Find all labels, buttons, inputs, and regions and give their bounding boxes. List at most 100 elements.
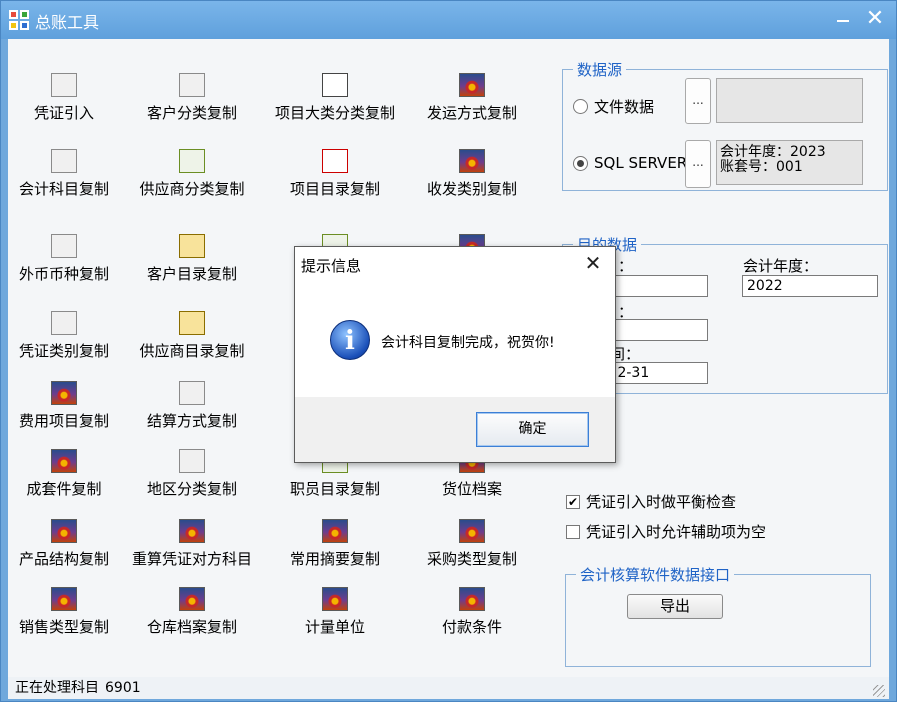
target-field1-input[interactable] — [608, 275, 708, 297]
tool-item[interactable]: 收发类别复制 — [402, 149, 542, 199]
tool-label: 凭证类别复制 — [18, 342, 109, 360]
tool-label: 收发类别复制 — [426, 180, 517, 198]
file-browse-button[interactable]: ... — [685, 78, 711, 124]
title-bar[interactable]: 总账工具 ✕ — [1, 1, 896, 39]
target-field1-label: ： — [618, 257, 634, 275]
info-icon: i — [330, 320, 370, 360]
tool-label: 会计科目复制 — [18, 180, 109, 198]
blank-icon — [179, 449, 205, 473]
radio-off-icon — [573, 99, 588, 114]
dialog-footer: 确定 — [295, 397, 615, 462]
tool-label: 货位档案 — [441, 480, 502, 498]
radio-on-icon — [573, 155, 588, 171]
image-icon — [51, 381, 77, 405]
tool-item[interactable]: 客户分类复制 — [122, 73, 262, 123]
document-icon — [322, 73, 348, 97]
image-icon — [459, 149, 485, 173]
image-icon — [459, 73, 485, 97]
dialog-title: 提示信息 — [301, 257, 362, 275]
tool-item[interactable]: 供应商分类复制 — [122, 149, 262, 199]
tool-label: 仓库档案复制 — [146, 618, 237, 636]
window-title: 总账工具 — [35, 13, 100, 32]
tool-label: 供应商分类复制 — [139, 180, 245, 198]
sql-browse-button[interactable]: ... — [685, 140, 711, 188]
tool-item[interactable]: 仓库档案复制 — [122, 587, 262, 637]
info-dialog: 提示信息 ✕ i 会计科目复制完成，祝贺你! 确定 — [294, 246, 616, 463]
tool-item[interactable]: 销售类型复制 — [0, 587, 134, 637]
box-icon — [179, 311, 205, 335]
tool-label: 结算方式复制 — [146, 412, 237, 430]
tool-label: 计量单位 — [304, 618, 365, 636]
status-label: 正在处理科目 — [15, 680, 99, 696]
tool-item[interactable]: 产品结构复制 — [0, 519, 134, 569]
image-icon — [459, 519, 485, 543]
blank-icon — [51, 234, 77, 258]
checkbox-checked-icon: ✔ — [566, 494, 580, 509]
resize-grip-icon[interactable] — [873, 685, 885, 697]
blank-icon — [51, 149, 77, 173]
tool-label: 项目目录复制 — [289, 180, 380, 198]
app-icon — [9, 10, 29, 30]
tool-item[interactable]: 采购类型复制 — [402, 519, 542, 569]
blank-icon — [51, 73, 77, 97]
tool-item[interactable]: 地区分类复制 — [122, 449, 262, 499]
tool-label: 客户目录复制 — [146, 265, 237, 283]
image-icon — [51, 519, 77, 543]
minimize-button[interactable] — [829, 7, 857, 33]
tool-item[interactable]: 成套件复制 — [0, 449, 134, 499]
allow-empty-checkbox[interactable]: 凭证引入时允许辅助项为空 — [566, 521, 766, 542]
target-year-label: 会计年度： — [743, 257, 819, 275]
tool-item[interactable]: 外币币种复制 — [0, 234, 134, 284]
tool-label: 项目大类分类复制 — [274, 104, 395, 122]
tool-item[interactable]: 计量单位 — [265, 587, 405, 637]
tool-item[interactable]: 会计科目复制 — [0, 149, 134, 199]
balance-check-checkbox[interactable]: ✔ 凭证引入时做平衡检查 — [566, 491, 736, 512]
export-legend: 会计核算软件数据接口 — [576, 564, 735, 585]
tool-item[interactable]: 结算方式复制 — [122, 381, 262, 431]
target-field2-input[interactable] — [608, 319, 708, 341]
sql-server-radio[interactable]: SQL SERVER — [573, 154, 687, 172]
tool-item[interactable]: 发运方式复制 — [402, 73, 542, 123]
image-icon — [179, 587, 205, 611]
tool-label: 客户分类复制 — [146, 104, 237, 122]
target-period-input[interactable]: .2-31 — [608, 362, 708, 384]
tool-item[interactable]: 付款条件 — [402, 587, 542, 637]
tool-label: 付款条件 — [441, 618, 502, 636]
tool-item[interactable]: 凭证类别复制 — [0, 311, 134, 361]
tool-item[interactable]: 重算凭证对方科目 — [122, 519, 262, 569]
tool-item[interactable]: 客户目录复制 — [122, 234, 262, 284]
tool-label: 凭证引入 — [33, 104, 94, 122]
image-icon — [51, 449, 77, 473]
tool-item[interactable]: 供应商目录复制 — [122, 311, 262, 361]
tool-label: 销售类型复制 — [18, 618, 109, 636]
datasource-group: 数据源 文件数据 ... SQL SERVER ... 会计年度：2023 账套… — [562, 59, 888, 191]
export-button[interactable]: 导出 — [627, 594, 723, 619]
tool-item[interactable]: 项目目录复制 — [265, 149, 405, 199]
main-window: 总账工具 ✕ 凭证引入 客户分类复制 项目大类分类复制 发运方式复制 会计科目复制 供应商… — [0, 0, 897, 702]
tool-item[interactable]: 项目大类分类复制 — [265, 73, 405, 123]
image-icon — [51, 587, 77, 611]
blank-icon — [179, 381, 205, 405]
close-button[interactable]: ✕ — [861, 7, 889, 33]
tool-item[interactable]: 常用摘要复制 — [265, 519, 405, 569]
file-data-label: 文件数据 — [594, 98, 655, 116]
tool-label: 地区分类复制 — [146, 480, 237, 498]
chart-icon — [179, 149, 205, 173]
image-icon — [179, 519, 205, 543]
sql-server-label: SQL SERVER — [594, 154, 688, 172]
tool-label: 外币币种复制 — [18, 265, 109, 283]
tool-label: 供应商目录复制 — [139, 342, 245, 360]
export-group: 会计核算软件数据接口 导出 — [565, 564, 871, 667]
file-data-radio[interactable]: 文件数据 — [573, 96, 654, 117]
ok-button[interactable]: 确定 — [476, 412, 589, 447]
target-year-input[interactable]: 2022 — [742, 275, 878, 297]
tool-label: 采购类型复制 — [426, 550, 517, 568]
tool-label: 成套件复制 — [26, 480, 102, 498]
status-bar: 正在处理科目 6901 — [8, 677, 889, 699]
image-icon — [322, 587, 348, 611]
tool-item[interactable]: 费用项目复制 — [0, 381, 134, 431]
tool-item[interactable]: 凭证引入 — [0, 73, 134, 123]
balance-check-label: 凭证引入时做平衡检查 — [586, 493, 737, 511]
dialog-close-icon[interactable]: ✕ — [583, 253, 603, 273]
tool-label: 职员目录复制 — [289, 480, 380, 498]
